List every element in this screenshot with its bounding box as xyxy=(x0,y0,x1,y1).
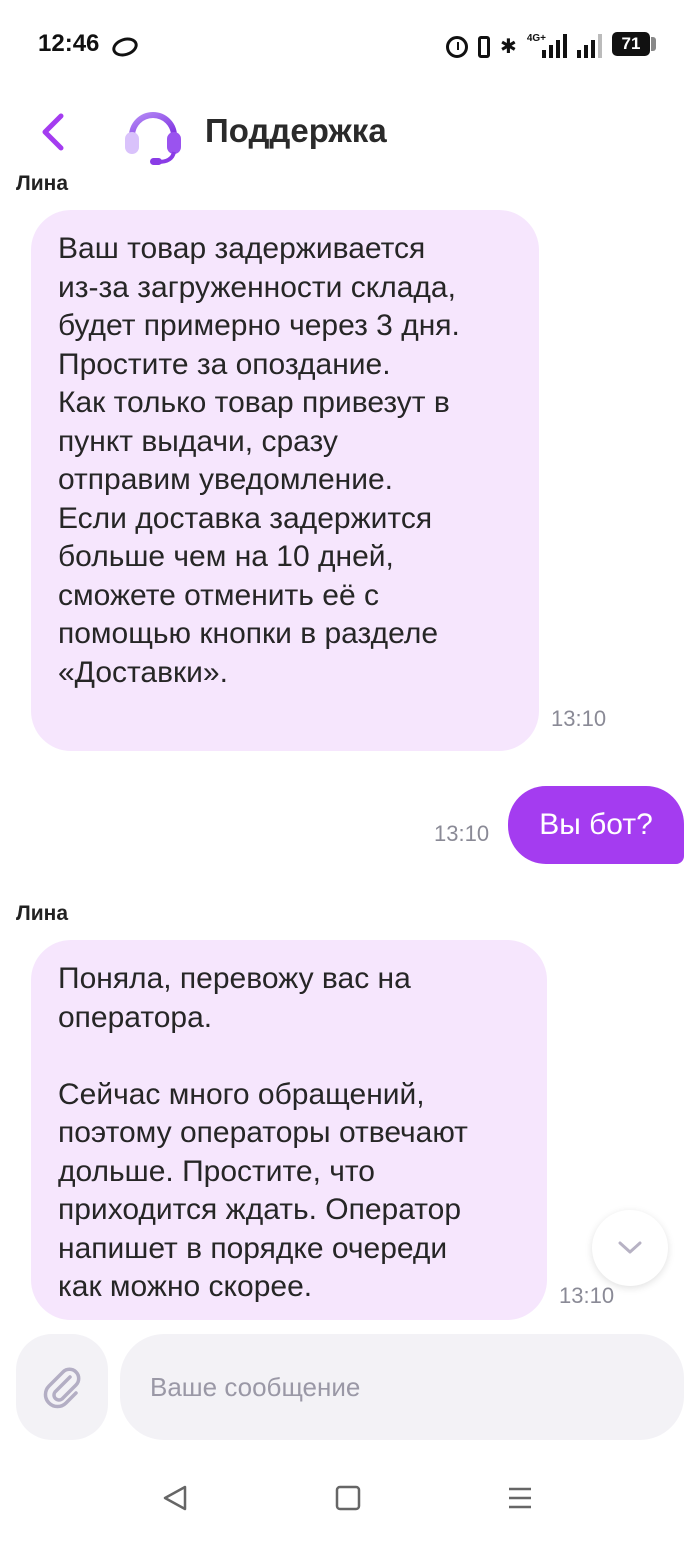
alarm-icon xyxy=(446,36,469,58)
scroll-to-bottom-button[interactable] xyxy=(592,1210,668,1286)
nav-back-button[interactable] xyxy=(155,1478,195,1518)
message-bubble-incoming: Ваш товар задерживается из-за загруженно… xyxy=(31,210,539,751)
back-button[interactable] xyxy=(30,108,78,156)
network-type: 4G+ xyxy=(526,33,546,44)
menu-lines-icon xyxy=(509,1487,531,1509)
page-title: Поддержка xyxy=(205,112,387,149)
message-input[interactable] xyxy=(120,1334,684,1440)
battery-icon: 71 xyxy=(612,30,656,58)
message-time: 13:10 xyxy=(434,821,490,846)
headset-icon xyxy=(125,112,181,165)
attach-button[interactable] xyxy=(16,1334,108,1440)
message-time: 13:10 xyxy=(551,706,607,731)
status-time: 12:46 xyxy=(38,30,100,57)
sender-name: Лина xyxy=(16,902,69,925)
message-composer xyxy=(0,1322,700,1452)
system-navbar xyxy=(0,1452,700,1541)
square-home-icon xyxy=(335,1485,361,1511)
triangle-back-icon xyxy=(163,1485,187,1511)
chat-header: Поддержка xyxy=(0,92,700,172)
battery-level: 71 xyxy=(612,32,650,56)
status-icons: ✱ 4G+ 71 xyxy=(446,30,656,58)
bluetooth-icon: ✱ xyxy=(500,36,517,58)
message-bubble-incoming: Поняла, перевожу вас на оператора. Сейча… xyxy=(31,940,547,1320)
sender-name: Лина xyxy=(16,172,69,195)
chevron-left-icon xyxy=(42,113,64,151)
chat-messages[interactable]: Лина Ваш товар задерживается из-за загру… xyxy=(0,170,700,1320)
message-time: 13:10 xyxy=(559,1283,615,1308)
chevron-down-icon xyxy=(618,1241,642,1254)
nav-home-button[interactable] xyxy=(328,1478,368,1518)
vibrate-icon xyxy=(478,36,491,58)
status-bar: 12:46 ✱ 4G+ 71 xyxy=(0,0,700,90)
notification-ring-icon xyxy=(109,34,141,60)
nav-menu-button[interactable] xyxy=(500,1478,540,1518)
paperclip-icon xyxy=(43,1367,81,1409)
signal-icon-2 xyxy=(577,34,602,58)
message-bubble-outgoing: Вы бот? xyxy=(508,786,684,864)
